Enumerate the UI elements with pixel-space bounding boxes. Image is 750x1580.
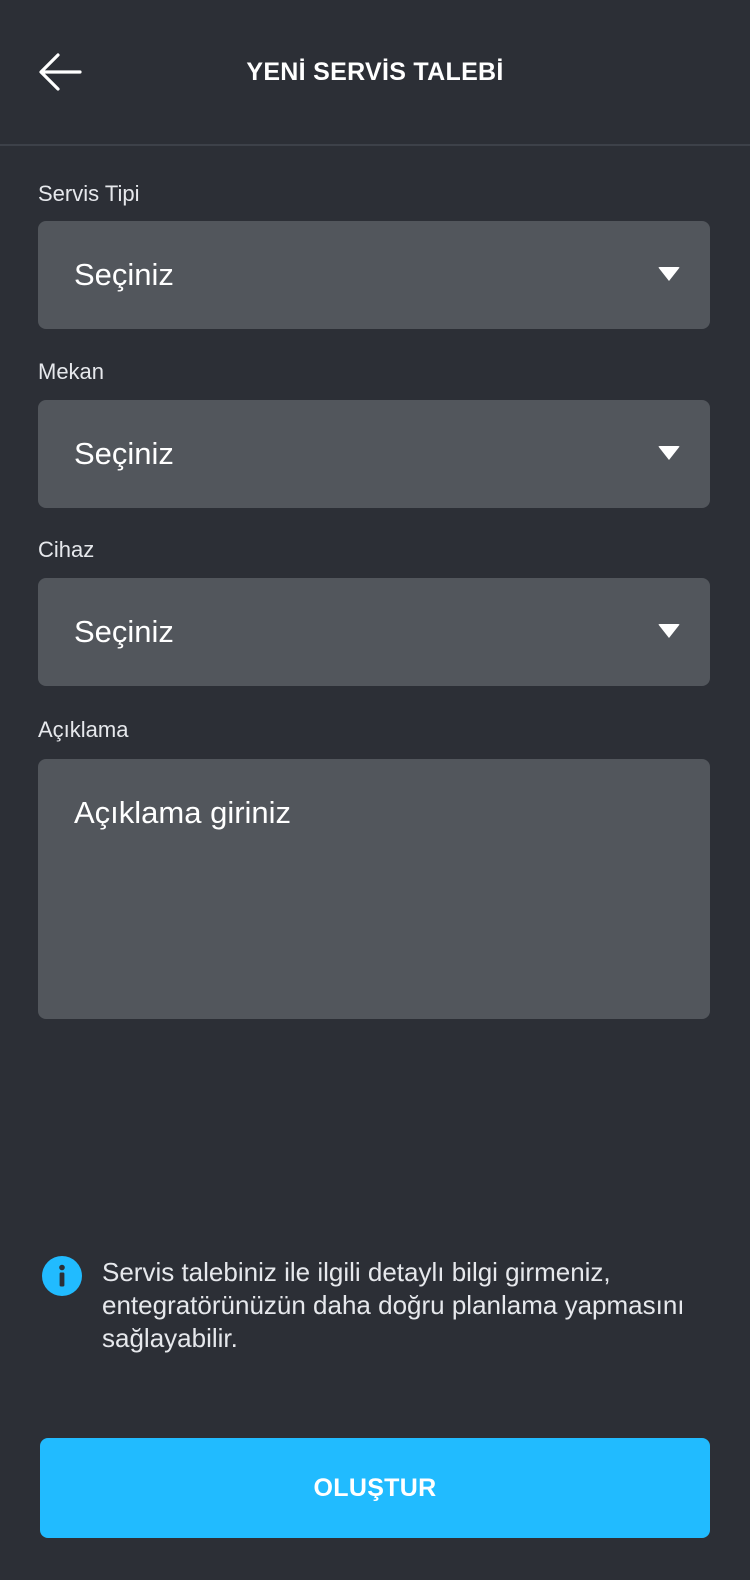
location-label: Mekan [38,359,105,384]
description-placeholder: Açıklama giriniz [74,795,292,830]
caret-down-icon [658,267,680,281]
arrow-left-icon [39,53,82,91]
device-select[interactable]: Seçiniz [38,578,710,686]
page-title: YENİ SERVİS TALEBİ [246,58,504,86]
back-button[interactable] [36,50,84,94]
device-label: Cihaz [38,537,95,562]
create-button[interactable]: OLUŞTUR [40,1438,710,1538]
service-type-label: Servis Tipi [38,181,140,206]
location-select[interactable]: Seçiniz [38,400,710,508]
description-textarea[interactable]: Açıklama giriniz [38,759,710,1019]
app-header: YENİ SERVİS TALEBİ [0,0,750,146]
service-type-value: Seçiniz [74,257,174,292]
caret-down-icon [658,624,680,638]
location-value: Seçiniz [74,436,174,471]
info-message: Servis talebiniz ile ilgili detaylı bilg… [102,1257,685,1353]
info-icon [42,1256,82,1296]
device-value: Seçiniz [74,614,174,649]
service-type-select[interactable]: Seçiniz [38,221,710,329]
caret-down-icon [658,446,680,460]
description-label: Açıklama [38,717,129,742]
create-button-label: OLUŞTUR [313,1474,437,1502]
